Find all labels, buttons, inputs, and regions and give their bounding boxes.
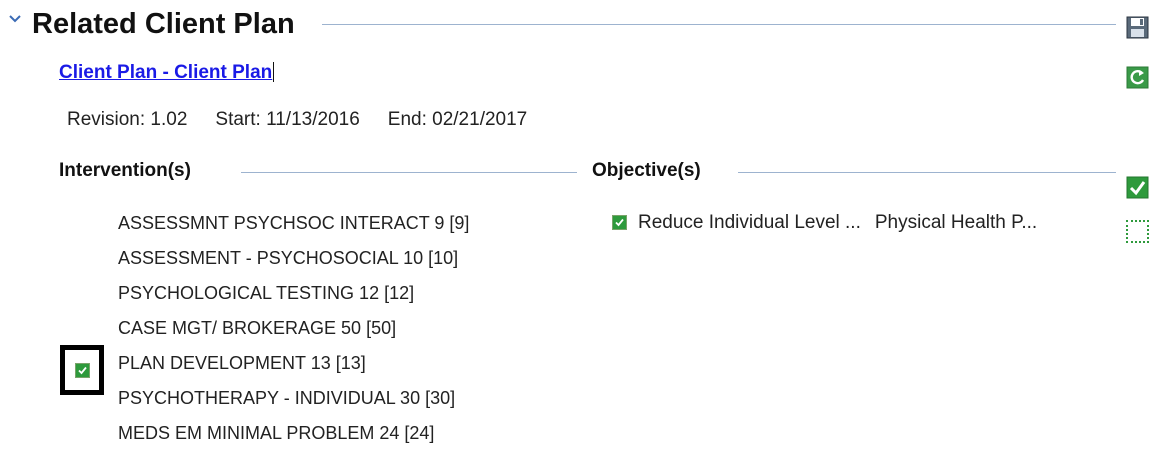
refresh-icon[interactable] (1126, 66, 1149, 89)
objective-area-text: Physical Health P... (874, 212, 1038, 233)
objectives-divider (738, 172, 1116, 173)
chevron-down-icon[interactable] (8, 12, 22, 26)
interventions-divider (241, 172, 577, 173)
text-cursor (273, 62, 275, 82)
objective-text: Reduce Individual Level ... (638, 212, 861, 233)
revision-text: Revision: 1.02 (67, 109, 188, 130)
objective-row[interactable]: Reduce Individual Level ... Physical Heal… (612, 208, 1037, 238)
checkbox-checked-icon[interactable] (75, 363, 90, 379)
intervention-item[interactable]: ASSESSMENT - PSYCHOSOCIAL 10 [10] (118, 243, 578, 278)
intervention-item[interactable]: PSYCHOTHERAPY - INDIVIDUAL 30 [30] (118, 383, 578, 418)
intervention-item[interactable]: PSYCHOLOGICAL TESTING 12 [12] (118, 278, 578, 313)
checkbox-checked-icon[interactable] (612, 215, 627, 231)
client-plan-link-label[interactable]: Client Plan - Client Plan (59, 62, 272, 83)
intervention-item[interactable]: MEDS EM MINIMAL PROBLEM 24 [24] (118, 418, 578, 453)
intervention-item[interactable]: ASSESSMNT PSYCHSOC INTERACT 9 [9] (118, 208, 578, 243)
revision-line: Revision: 1.02 Start: 11/13/2016 End: 02/2… (67, 109, 555, 131)
section-title: Related Client Plan (32, 8, 295, 40)
start-date-text: Start: 11/13/2016 (215, 109, 360, 130)
dotted-select-icon[interactable] (1126, 220, 1149, 243)
intervention-item[interactable]: PLAN DEVELOPMENT 13 [13] (118, 348, 578, 383)
client-plan-link[interactable]: Client Plan - Client Plan (59, 62, 275, 84)
end-date-text: End: 02/21/2017 (387, 109, 528, 130)
interventions-title: Intervention(s) (59, 160, 191, 181)
check-icon[interactable] (1126, 176, 1149, 199)
section-divider (322, 24, 1116, 25)
save-icon[interactable] (1126, 16, 1149, 39)
intervention-item[interactable]: CASE MGT/ BROKERAGE 50 [50] (118, 313, 578, 348)
objectives-title: Objective(s) (592, 160, 701, 181)
interventions-list: ASSESSMNT PSYCHSOC INTERACT 9 [9] ASSESS… (118, 208, 578, 453)
intervention-checkbox-plan-development[interactable] (75, 362, 90, 380)
